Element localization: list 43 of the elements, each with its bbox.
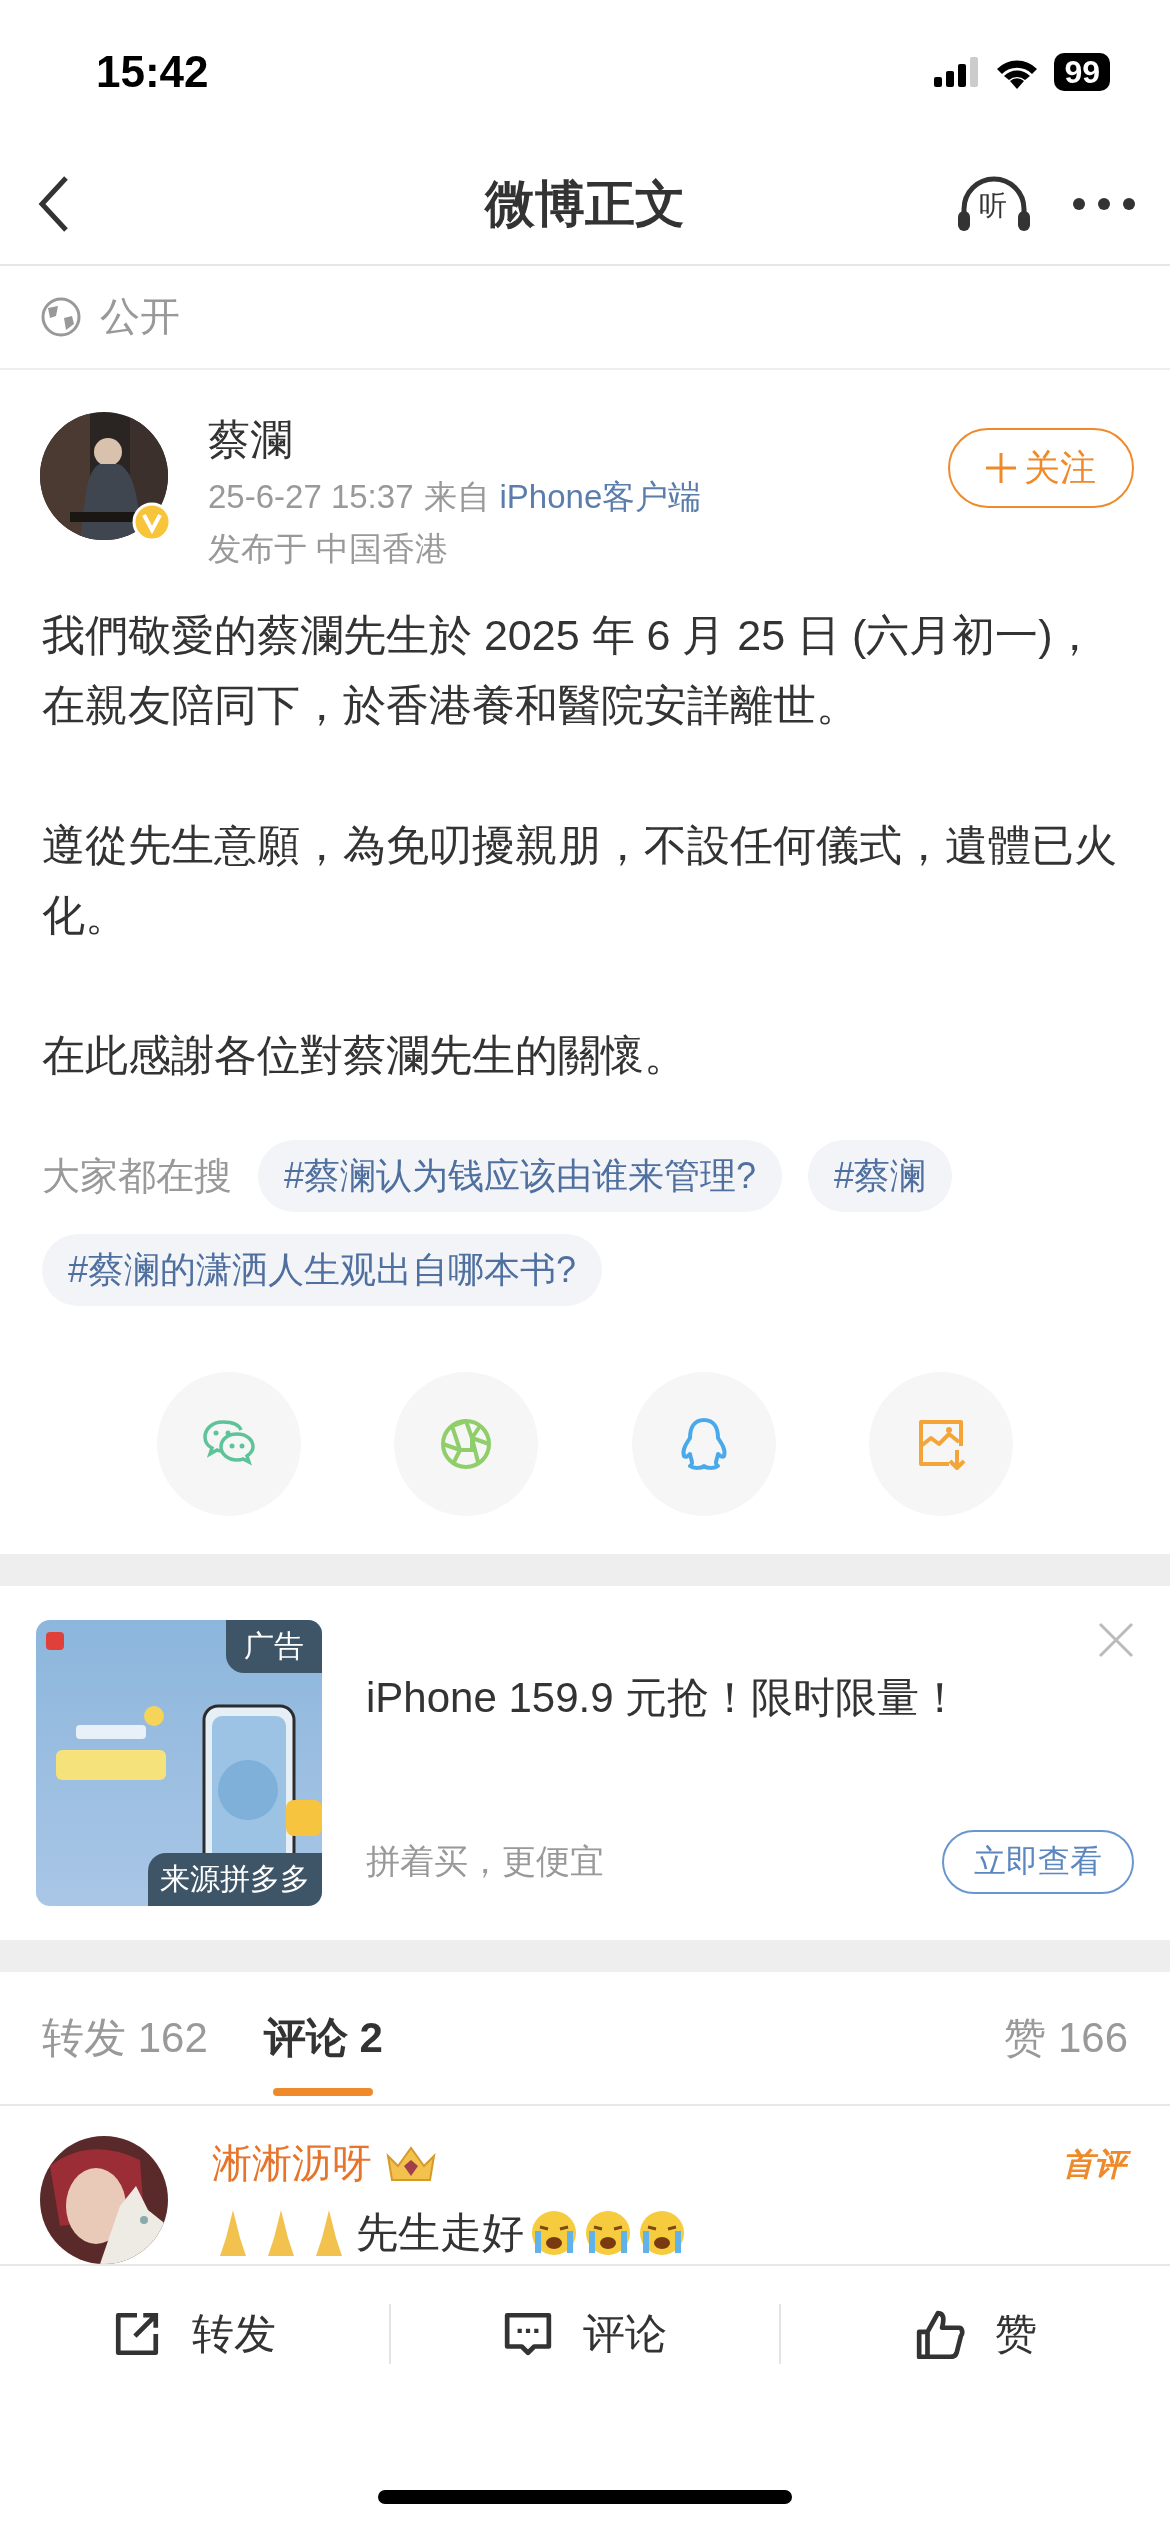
post-paragraph: 在此感謝各位對蔡瀾先生的關懷。 xyxy=(42,1030,688,1081)
source-link[interactable]: iPhone客户端 xyxy=(499,474,702,520)
tab[interactable]: 赞 166 xyxy=(1004,1972,1128,2104)
ad-label: 广告 xyxy=(226,1620,322,1673)
thumbs-up-icon xyxy=(914,2309,965,2359)
globe-icon xyxy=(40,295,82,338)
follow-button[interactable]: 关注 xyxy=(948,428,1134,508)
repost-button[interactable]: 转发 xyxy=(0,2294,389,2374)
hashtag-chip[interactable]: #蔡澜的潇洒人生观出自哪本书? xyxy=(42,1234,603,1306)
listen-button[interactable]: 听 xyxy=(956,175,1032,234)
source-prefix: 来自 xyxy=(423,477,490,517)
comment-text: 先生走好 xyxy=(356,2208,524,2258)
visibility-label: 公开 xyxy=(100,293,180,341)
author-name[interactable]: 蔡瀾 xyxy=(208,412,908,468)
more-icon[interactable] xyxy=(1072,197,1136,212)
commenter-name[interactable]: 淅淅沥呀 xyxy=(212,2136,372,2191)
tab[interactable]: 评论 2 xyxy=(263,1972,383,2104)
like-button[interactable]: 赞 xyxy=(781,2294,1170,2374)
crying-face-icon xyxy=(530,2209,578,2257)
crying-face-icon xyxy=(638,2209,686,2257)
hashtag-chip[interactable]: #蔡澜 xyxy=(808,1140,953,1212)
plus-icon xyxy=(984,451,1018,485)
listen-label: 听 xyxy=(979,191,1007,222)
signal-icon xyxy=(934,57,981,88)
page-title: 微博正文 xyxy=(485,175,685,232)
ad-source-label: 来源拼多多 xyxy=(148,1853,322,1906)
close-icon[interactable] xyxy=(1098,1622,1134,1658)
crying-face-icon xyxy=(584,2209,632,2257)
ad-title[interactable]: iPhone 159.9 元抢！限时限量！ xyxy=(366,1670,1134,1726)
ad-subtitle: 拼着买，更便宜 xyxy=(366,1841,604,1882)
headphones-icon xyxy=(956,175,1032,234)
battery-indicator: 99 xyxy=(1054,53,1110,92)
post-location: 发布于 中国香港 xyxy=(208,529,450,569)
post-time: 25-6-27 15:37 xyxy=(208,477,414,517)
hashtag-chip[interactable]: #蔡澜认为钱应该由谁来管理? xyxy=(258,1140,783,1212)
post-paragraph: 我們敬愛的蔡瀾先生於 2025 年 6 月 25 日 (六月初一)，在親友陪同下，於香港養和醫院安詳離世。 xyxy=(42,610,1097,731)
first-comment-label: 首评 xyxy=(1054,2141,1134,2186)
tab[interactable]: 转发 162 xyxy=(42,1972,208,2104)
comment-button[interactable]: 评论 xyxy=(390,2294,780,2374)
hot-search-label: 大家都在搜 xyxy=(42,1153,232,1199)
status-time: 15:42 xyxy=(96,47,209,98)
post-paragraph: 遵從先生意願，為免叨擾親朋，不設任何儀式，遺體已火化。 xyxy=(42,820,1118,941)
view-now-button[interactable]: 立即查看 xyxy=(942,1830,1134,1894)
